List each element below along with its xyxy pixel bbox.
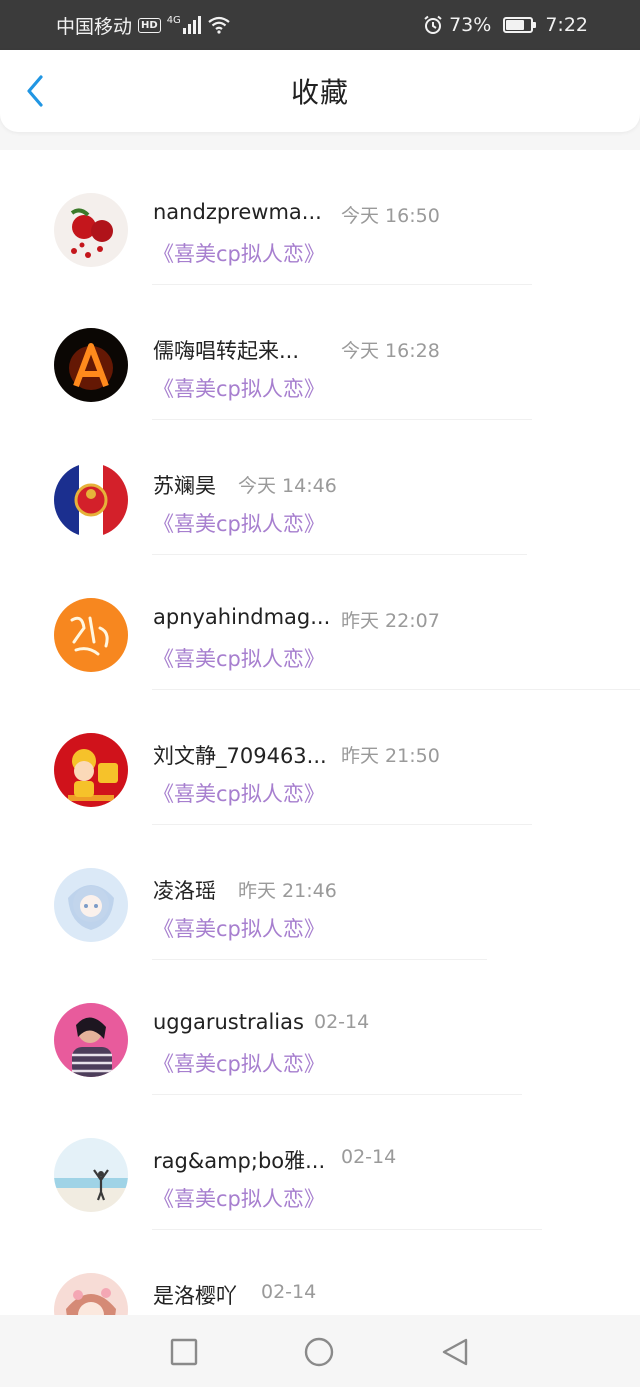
book-title-link[interactable]: 《喜美cp拟人恋》 bbox=[153, 373, 325, 403]
beach-avatar[interactable] bbox=[54, 1138, 128, 1212]
timestamp: 02-14 bbox=[341, 1146, 397, 1168]
roses-avatar[interactable] bbox=[54, 193, 128, 267]
status-left: 中国移动 HD 4G bbox=[56, 12, 231, 39]
favorites-list: nandzprewma... 今天 16:50 《喜美cp拟人恋》 儒嗨唱转起来… bbox=[0, 150, 640, 1315]
book-title-link[interactable]: 《喜美cp拟人恋》 bbox=[153, 778, 325, 808]
list-item[interactable]: 刘文静_709463... 昨天 21:50 《喜美cp拟人恋》 bbox=[0, 690, 640, 825]
app-header: 收藏 bbox=[0, 50, 640, 132]
status-right: 73% 7:22 bbox=[423, 14, 588, 36]
list-item[interactable]: 苏斓昊 今天 14:46 《喜美cp拟人恋》 bbox=[0, 420, 640, 555]
emblem-flag-avatar[interactable] bbox=[54, 463, 128, 537]
fire-letter-a-avatar[interactable] bbox=[54, 328, 128, 402]
user-name[interactable]: apnyahindmag... bbox=[153, 605, 330, 629]
user-name[interactable]: 刘文静_709463... bbox=[153, 740, 327, 770]
list-item[interactable]: 儒嗨唱转起来... 今天 16:28 《喜美cp拟人恋》 bbox=[0, 285, 640, 420]
user-name[interactable]: 凌洛瑶 bbox=[153, 875, 216, 905]
alarm-icon bbox=[424, 15, 442, 34]
timestamp: 昨天 21:46 bbox=[238, 880, 337, 902]
user-name[interactable]: rag&amp;bo雅... bbox=[153, 1145, 325, 1175]
carrier-label: 中国移动 bbox=[56, 15, 133, 38]
system-nav-bar bbox=[0, 1315, 640, 1387]
user-name[interactable]: 苏斓昊 bbox=[153, 470, 216, 500]
clock: 7:22 bbox=[545, 14, 588, 36]
page-title: 收藏 bbox=[290, 76, 349, 109]
list-item[interactable]: 凌洛瑶 昨天 21:46 《喜美cp拟人恋》 bbox=[0, 825, 640, 960]
chevron-left-icon bbox=[27, 75, 43, 107]
list-item[interactable]: rag&amp;bo雅... 02-14 《喜美cp拟人恋》 bbox=[0, 1095, 640, 1230]
timestamp: 今天 16:28 bbox=[341, 340, 440, 362]
list-item[interactable]: nandzprewma... 今天 16:50 《喜美cp拟人恋》 bbox=[0, 150, 640, 285]
book-title-link[interactable]: 《喜美cp拟人恋》 bbox=[153, 643, 325, 673]
timestamp: 02-14 bbox=[261, 1281, 317, 1303]
list-item[interactable]: apnyahindmag... 昨天 22:07 《喜美cp拟人恋》 bbox=[0, 555, 640, 690]
square-icon[interactable] bbox=[169, 1337, 199, 1367]
book-title-link[interactable]: 《喜美cp拟人恋》 bbox=[153, 238, 325, 268]
battery-icon bbox=[503, 17, 537, 33]
user-name[interactable]: uggarustralias bbox=[153, 1010, 304, 1034]
user-name[interactable]: 是洛樱吖 bbox=[153, 1280, 237, 1310]
book-title-link[interactable]: 《喜美cp拟人恋》 bbox=[153, 1048, 325, 1078]
timestamp: 昨天 22:07 bbox=[341, 610, 440, 632]
back-button[interactable] bbox=[18, 74, 52, 108]
circle-icon[interactable] bbox=[304, 1337, 334, 1367]
anime-blue-avatar[interactable] bbox=[54, 868, 128, 942]
red-new-year-avatar[interactable] bbox=[54, 733, 128, 807]
wifi-icon bbox=[208, 16, 230, 34]
user-name[interactable]: 儒嗨唱转起来... bbox=[153, 335, 299, 365]
book-title-link[interactable]: 《喜美cp拟人恋》 bbox=[153, 913, 325, 943]
timestamp: 昨天 21:50 bbox=[341, 745, 440, 767]
portrait-woman-avatar[interactable] bbox=[54, 1003, 128, 1077]
timestamp: 今天 14:46 bbox=[238, 475, 337, 497]
list-item[interactable]: 是洛樱吖 02-14 bbox=[0, 1230, 640, 1315]
timestamp: 02-14 bbox=[314, 1011, 370, 1033]
signal-icon bbox=[182, 16, 201, 34]
orange-calligraphy-avatar[interactable] bbox=[54, 598, 128, 672]
battery-percent: 73% bbox=[449, 14, 492, 36]
network-type-label: 4G bbox=[166, 14, 181, 26]
anime-pink-avatar[interactable] bbox=[54, 1273, 128, 1315]
triangle-back-icon[interactable] bbox=[440, 1337, 470, 1367]
user-name[interactable]: nandzprewma... bbox=[153, 200, 322, 224]
status-bar: 中国移动 HD 4G 73% 7:22 bbox=[0, 0, 640, 50]
book-title-link[interactable]: 《喜美cp拟人恋》 bbox=[153, 1183, 325, 1213]
hd-badge: HD bbox=[138, 17, 161, 33]
book-title-link[interactable]: 《喜美cp拟人恋》 bbox=[153, 508, 325, 538]
list-item[interactable]: uggarustralias 02-14 《喜美cp拟人恋》 bbox=[0, 960, 640, 1095]
timestamp: 今天 16:50 bbox=[341, 205, 440, 227]
